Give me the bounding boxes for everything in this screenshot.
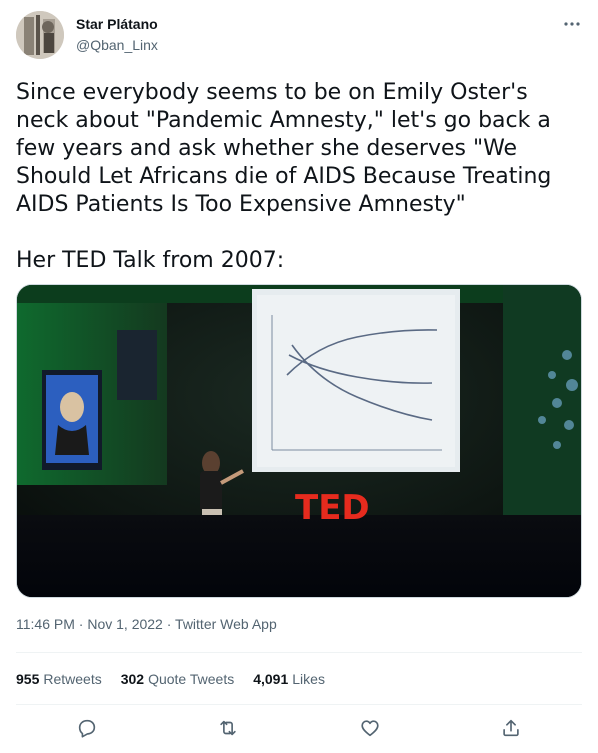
more-options-button[interactable] bbox=[560, 12, 584, 36]
author-name[interactable]: Star Plátano bbox=[76, 16, 158, 32]
author-handle[interactable]: @Qban_Linx bbox=[76, 37, 158, 53]
share-icon bbox=[503, 719, 519, 737]
tweet-date[interactable]: Nov 1, 2022 bbox=[87, 616, 163, 632]
retweets-count: 955 bbox=[16, 671, 40, 687]
likes-count: 4,091 bbox=[253, 671, 289, 687]
likes-label: Likes bbox=[292, 671, 325, 687]
meta-separator: · bbox=[74, 616, 88, 632]
video-frame: TED bbox=[17, 285, 581, 597]
quote-tweets-stat[interactable]: 302 Quote Tweets bbox=[121, 671, 235, 687]
likes-stat[interactable]: 4,091 Likes bbox=[253, 671, 325, 687]
retweet-button[interactable] bbox=[211, 714, 245, 742]
tweet-source[interactable]: Twitter Web App bbox=[175, 616, 277, 632]
more-icon bbox=[564, 22, 580, 26]
quotes-label: Quote Tweets bbox=[148, 671, 235, 687]
tweet-meta: 11:46 PM · Nov 1, 2022 · Twitter Web App bbox=[16, 616, 277, 632]
tweet-text: Since everybody seems to be on Emily Ost… bbox=[16, 80, 552, 273]
divider bbox=[16, 704, 582, 705]
avatar[interactable] bbox=[16, 11, 64, 59]
tweet-video[interactable]: TED bbox=[16, 284, 582, 598]
share-button[interactable] bbox=[494, 714, 528, 742]
action-bar bbox=[16, 714, 582, 742]
like-button[interactable] bbox=[353, 714, 387, 742]
retweets-stat[interactable]: 955 Retweets bbox=[16, 671, 102, 687]
meta-separator: · bbox=[162, 616, 176, 632]
like-icon bbox=[361, 720, 379, 737]
tweet-stats: 955 Retweets 302 Quote Tweets 4,091 Likes bbox=[16, 666, 325, 692]
avatar-image bbox=[16, 11, 64, 59]
divider bbox=[16, 652, 582, 653]
tweet-time[interactable]: 11:46 PM bbox=[16, 616, 75, 632]
retweet-icon bbox=[220, 720, 236, 736]
reply-button[interactable] bbox=[70, 714, 104, 742]
reply-icon bbox=[78, 719, 95, 738]
retweets-label: Retweets bbox=[43, 671, 102, 687]
quotes-count: 302 bbox=[120, 671, 145, 687]
ted-logo: TED bbox=[295, 488, 370, 528]
